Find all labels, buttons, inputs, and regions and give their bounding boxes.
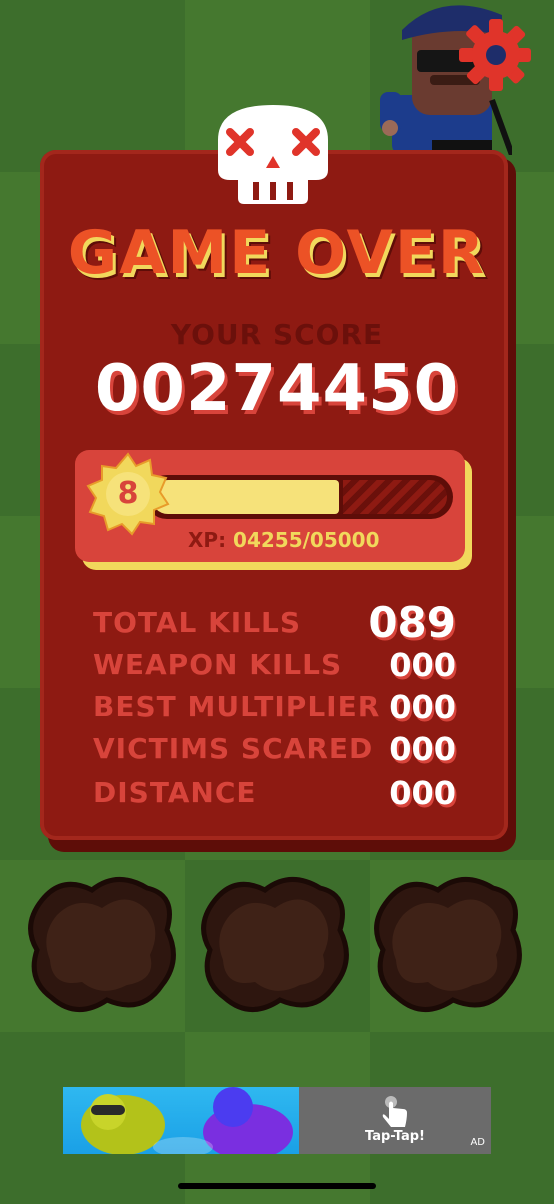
- stat-label-total-kills: TOTAL KILLS: [93, 606, 302, 639]
- ad-artwork: [81, 1087, 293, 1154]
- ad-cta-panel[interactable]: Tap-Tap! AD: [299, 1087, 491, 1154]
- tap-hand-icon: [382, 1096, 407, 1127]
- xp-progress-remaining: [343, 480, 447, 514]
- mud-puddle-icon: [374, 877, 522, 1012]
- stat-value-weapon-kills: 000: [389, 646, 456, 684]
- ad-banner[interactable]: Tap-Tap! AD: [63, 1087, 491, 1154]
- home-indicator[interactable]: [178, 1183, 376, 1189]
- stat-label-distance: DISTANCE: [93, 776, 257, 809]
- stat-value-total-kills: 089: [368, 598, 456, 647]
- gear-icon[interactable]: [455, 15, 535, 95]
- skull-icon: [218, 105, 328, 204]
- level-number: 8: [117, 476, 139, 511]
- stat-label-weapon-kills: WEAPON KILLS: [93, 648, 343, 681]
- ad-cta-label: Tap-Tap!: [365, 1129, 425, 1144]
- mud-puddle-icon: [28, 877, 176, 1012]
- stat-label-best-multiplier: BEST MULTIPLIER: [93, 690, 381, 723]
- xp-prefix: XP:: [188, 528, 227, 552]
- xp-value: 04255/05000: [233, 528, 380, 552]
- stat-value-distance: 000: [389, 774, 456, 812]
- board-tile: [0, 0, 185, 172]
- score-value: 00274450: [94, 352, 460, 426]
- xp-progress-fill: [151, 480, 339, 514]
- score-label: YOUR SCORE: [170, 318, 384, 351]
- stat-label-victims-scared: VICTIMS SCARED: [93, 732, 374, 765]
- stat-value-victims-scared: 000: [389, 730, 456, 768]
- game-over-title: GAME OVER: [67, 218, 487, 288]
- stat-value-best-multiplier: 000: [389, 688, 456, 726]
- ad-image[interactable]: [63, 1087, 299, 1154]
- mud-puddle-icon: [201, 877, 349, 1012]
- xp-readout: XP: 04255/05000: [188, 528, 380, 552]
- ad-tag: AD: [470, 1137, 485, 1148]
